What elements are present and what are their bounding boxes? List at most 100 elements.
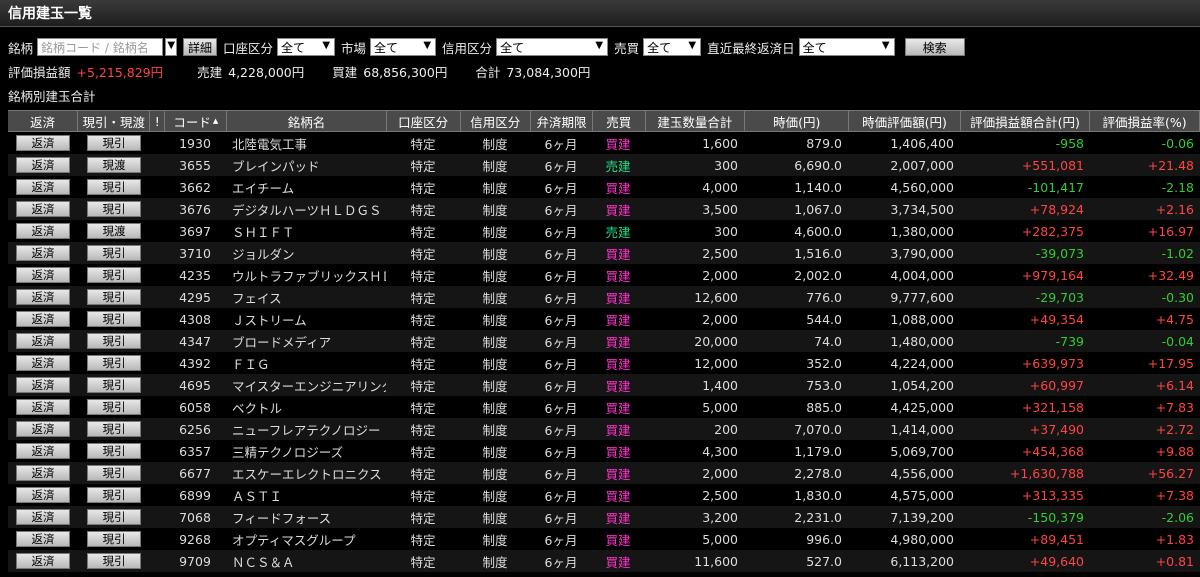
- repay-button[interactable]: 返済: [16, 289, 70, 305]
- delivery-button[interactable]: 現引: [87, 443, 141, 459]
- delivery-button[interactable]: 現引: [87, 531, 141, 547]
- repay-button[interactable]: 返済: [16, 465, 70, 481]
- repay-button[interactable]: 返済: [16, 487, 70, 503]
- table-row[interactable]: 返済 現渡 3655 ブレインパッド 特定 制度 6ヶ月 売建 300 6,690.0 2,007,…: [8, 154, 1200, 176]
- delivery-button[interactable]: 現渡: [87, 223, 141, 239]
- table-row[interactable]: 返済 現引 7068 フィードフォース 特定 制度 6ヶ月 買建 3,200 2,231.0 7,1…: [8, 506, 1200, 528]
- repay-button[interactable]: 返済: [16, 311, 70, 327]
- cell-name[interactable]: ＳＨＩＦＴ: [226, 220, 386, 242]
- repay-button[interactable]: 返済: [16, 377, 70, 393]
- cell-name[interactable]: ベクトル: [226, 396, 386, 418]
- delivery-button[interactable]: 現引: [87, 553, 141, 569]
- repay-button[interactable]: 返済: [16, 355, 70, 371]
- col-header[interactable]: 時価(円): [745, 111, 850, 131]
- delivery-button[interactable]: 現引: [87, 201, 141, 217]
- cell-name[interactable]: ウルトラファブリックスＨＤ: [226, 264, 386, 286]
- table-row[interactable]: 返済 現引 9268 オプティマスグループ 特定 制度 6ヶ月 買建 5,000 996.0 4,9…: [8, 528, 1200, 550]
- col-header-code[interactable]: コード ▲: [165, 111, 228, 131]
- table-row[interactable]: 返済 現引 9709 ＮＣＳ＆Ａ 特定 制度 6ヶ月 買建 11,600 527.0 6,113,2…: [8, 550, 1200, 572]
- cell-name[interactable]: デジタルハーツＨＬＤＧＳ: [226, 198, 386, 220]
- table-row[interactable]: 返済 現引 4695 マイスターエンジニアリング 特定 制度 6ヶ月 買建 1,400 753.0…: [8, 374, 1200, 396]
- col-header[interactable]: !: [150, 111, 166, 131]
- cell-name[interactable]: Ｊストリーム: [226, 308, 386, 330]
- search-button[interactable]: 検索: [904, 38, 965, 56]
- brand-search-input[interactable]: 銘柄コード / 銘柄名: [37, 38, 164, 56]
- cell-name[interactable]: ＡＳＴＩ: [226, 484, 386, 506]
- cell-name[interactable]: フェイス: [226, 286, 386, 308]
- table-row[interactable]: 返済 現引 4347 ブロードメディア 特定 制度 6ヶ月 買建 20,000 74.0 1,480…: [8, 330, 1200, 352]
- trade-select[interactable]: 全て ▼: [643, 38, 702, 56]
- delivery-button[interactable]: 現引: [87, 377, 141, 393]
- credit-select[interactable]: 全て ▼: [496, 38, 609, 56]
- table-row[interactable]: 返済 現引 4308 Ｊストリーム 特定 制度 6ヶ月 買建 2,000 544.0 1,088,0…: [8, 308, 1200, 330]
- table-row[interactable]: 返済 現引 4235 ウルトラファブリックスＨＤ 特定 制度 6ヶ月 買建 2,000 2,002…: [8, 264, 1200, 286]
- due-select[interactable]: 全て ▼: [798, 38, 895, 56]
- col-header[interactable]: 評価損益率(%): [1090, 111, 1200, 131]
- col-header[interactable]: 弁済期限: [531, 111, 594, 131]
- table-row[interactable]: 返済 現引 4295 フェイス 特定 制度 6ヶ月 買建 12,600 776.0 9,777,60…: [8, 286, 1200, 308]
- repay-button[interactable]: 返済: [16, 531, 70, 547]
- table-row[interactable]: 返済 現引 6058 ベクトル 特定 制度 6ヶ月 買建 5,000 885.0 4,425,000…: [8, 396, 1200, 418]
- cell-name[interactable]: ジョルダン: [226, 242, 386, 264]
- delivery-button[interactable]: 現渡: [87, 157, 141, 173]
- delivery-button[interactable]: 現引: [87, 465, 141, 481]
- delivery-button[interactable]: 現引: [87, 267, 141, 283]
- cell-name[interactable]: ＦＩＧ: [226, 352, 386, 374]
- delivery-button[interactable]: 現引: [87, 355, 141, 371]
- delivery-button[interactable]: 現引: [87, 135, 141, 151]
- repay-button[interactable]: 返済: [16, 157, 70, 173]
- table-row[interactable]: 返済 現引 3676 デジタルハーツＨＬＤＧＳ 特定 制度 6ヶ月 買建 3,500 1,067.…: [8, 198, 1200, 220]
- repay-button[interactable]: 返済: [16, 223, 70, 239]
- cell-name[interactable]: 三精テクノロジーズ: [226, 440, 386, 462]
- table-row[interactable]: 返済 現引 6899 ＡＳＴＩ 特定 制度 6ヶ月 買建 2,500 1,830.0 4,575,0…: [8, 484, 1200, 506]
- delivery-button[interactable]: 現引: [87, 179, 141, 195]
- cell-name[interactable]: エイチーム: [226, 176, 386, 198]
- table-row[interactable]: 返済 現引 6256 ニューフレアテクノロジー 特定 制度 6ヶ月 買建 200 7,070.0 1…: [8, 418, 1200, 440]
- repay-button[interactable]: 返済: [16, 553, 70, 569]
- cell-name[interactable]: エスケーエレクトロニクス: [226, 462, 386, 484]
- cell-name[interactable]: ブロードメディア: [226, 330, 386, 352]
- col-header[interactable]: 売買: [593, 111, 646, 131]
- delivery-button[interactable]: 現引: [87, 289, 141, 305]
- account-select[interactable]: 全て ▼: [277, 38, 336, 56]
- repay-button[interactable]: 返済: [16, 443, 70, 459]
- col-header[interactable]: 返済: [8, 111, 79, 131]
- repay-button[interactable]: 返済: [16, 509, 70, 525]
- delivery-button[interactable]: 現引: [87, 245, 141, 261]
- table-row[interactable]: 返済 現引 3710 ジョルダン 特定 制度 6ヶ月 買建 2,500 1,516.0 3,790,…: [8, 242, 1200, 264]
- delivery-button[interactable]: 現引: [87, 399, 141, 415]
- delivery-button[interactable]: 現引: [87, 421, 141, 437]
- table-row[interactable]: 返済 現引 6677 エスケーエレクトロニクス 特定 制度 6ヶ月 買建 2,000 2,278.…: [8, 462, 1200, 484]
- col-header[interactable]: 建玉数量合計: [646, 111, 746, 131]
- cell-name[interactable]: マイスターエンジニアリング: [226, 374, 386, 396]
- cell-name[interactable]: ＮＣＳ＆Ａ: [226, 550, 386, 572]
- table-row[interactable]: 返済 現引 3662 エイチーム 特定 制度 6ヶ月 買建 4,000 1,140.0 4,560,…: [8, 176, 1200, 198]
- col-header[interactable]: 現引・現渡: [78, 111, 151, 131]
- table-row[interactable]: 返済 現引 6357 三精テクノロジーズ 特定 制度 6ヶ月 買建 4,300 1,179.0 5,…: [8, 440, 1200, 462]
- cell-name[interactable]: ブレインパッド: [226, 154, 386, 176]
- repay-button[interactable]: 返済: [16, 179, 70, 195]
- cell-name[interactable]: オプティマスグループ: [226, 528, 386, 550]
- market-select[interactable]: 全て ▼: [370, 38, 437, 56]
- repay-button[interactable]: 返済: [16, 201, 70, 217]
- delivery-button[interactable]: 現引: [87, 311, 141, 327]
- brand-dropdown[interactable]: ▼: [165, 38, 178, 56]
- delivery-button[interactable]: 現引: [87, 487, 141, 503]
- col-header[interactable]: 評価損益額合計(円): [961, 111, 1091, 131]
- detail-button[interactable]: 詳細: [183, 38, 218, 56]
- col-header[interactable]: 時価評価額(円): [849, 111, 961, 131]
- repay-button[interactable]: 返済: [16, 421, 70, 437]
- cell-name[interactable]: ニューフレアテクノロジー: [226, 418, 386, 440]
- delivery-button[interactable]: 現引: [87, 333, 141, 349]
- cell-name[interactable]: 北陸電気工事: [226, 132, 386, 154]
- table-row[interactable]: 返済 現引 4392 ＦＩＧ 特定 制度 6ヶ月 買建 12,000 352.0 4,224,000…: [8, 352, 1200, 374]
- table-row[interactable]: 返済 現渡 3697 ＳＨＩＦＴ 特定 制度 6ヶ月 売建 300 4,600.0 1,380,00…: [8, 220, 1200, 242]
- repay-button[interactable]: 返済: [16, 333, 70, 349]
- col-header[interactable]: 信用区分: [461, 111, 531, 131]
- cell-name[interactable]: フィードフォース: [226, 506, 386, 528]
- table-row[interactable]: 返済 現引 1930 北陸電気工事 特定 制度 6ヶ月 買建 1,600 879.0 1,406,4…: [8, 132, 1200, 154]
- col-header[interactable]: 口座区分: [387, 111, 461, 131]
- delivery-button[interactable]: 現引: [87, 509, 141, 525]
- repay-button[interactable]: 返済: [16, 245, 70, 261]
- repay-button[interactable]: 返済: [16, 267, 70, 283]
